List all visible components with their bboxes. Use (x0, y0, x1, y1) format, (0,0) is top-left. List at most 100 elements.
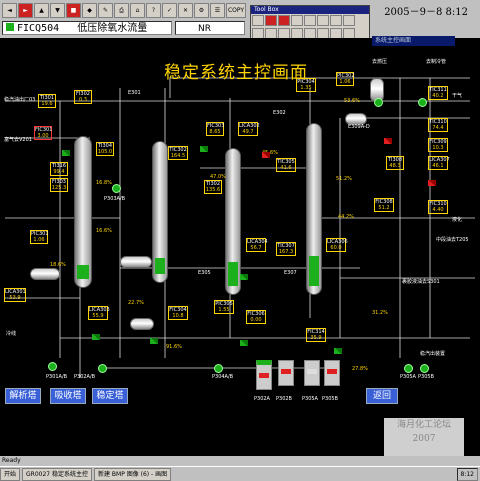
toolbar-btn-2[interactable]: ► (18, 3, 33, 18)
toolbar-btn-3[interactable]: ▲ (34, 3, 49, 18)
instrument-box[interactable]: TI316 99.4 (50, 162, 68, 176)
nav-button-stabilizer[interactable]: 稳定塔 (92, 388, 128, 404)
instrument-box[interactable]: FIC301 3.00 (34, 126, 52, 140)
column-t301[interactable] (74, 136, 92, 288)
instrument-box[interactable]: FI302 0.3 (74, 90, 92, 104)
instrument-box[interactable]: LICA301 53.9 (4, 288, 26, 302)
column-t304[interactable] (306, 123, 322, 295)
pump-icon[interactable] (374, 98, 383, 107)
instrument-box[interactable]: FI303 125.3 (50, 178, 68, 192)
toolbar-btn-6[interactable]: ◆ (82, 3, 97, 18)
tank-v304[interactable] (130, 318, 154, 330)
task-button-paint[interactable]: 新建 BMP 图像 (6) - 画图 (94, 467, 172, 481)
tool-btn-8[interactable] (343, 15, 355, 26)
pump-icon[interactable] (48, 362, 57, 371)
instrument-box[interactable]: FIC310 4.40 (428, 200, 448, 214)
task-button-stabilizer[interactable]: GR0027 稳定系统主控 (22, 467, 93, 481)
tool-btn-3[interactable] (278, 15, 290, 26)
instrument-box[interactable]: TIC305 41.6 (276, 158, 296, 172)
pump-icon[interactable] (98, 364, 107, 373)
control-valve-icon[interactable] (62, 150, 70, 156)
column-t302[interactable] (152, 141, 168, 283)
nav-button-desorber[interactable]: 解析塔 (5, 388, 41, 404)
instrument-box[interactable]: TIC310 74.4 (428, 118, 448, 132)
start-button[interactable]: 开始 (0, 467, 21, 481)
toolbar-btn-4[interactable]: ▼ (50, 3, 65, 18)
tool-btn-6[interactable] (317, 15, 329, 26)
toolbar-btn-10[interactable]: ? (146, 3, 161, 18)
pump-status-p305a[interactable] (304, 360, 320, 386)
instrument-box[interactable]: FIC304 10.8 (168, 306, 188, 320)
right-label-liquid: 液化 (452, 217, 463, 223)
toolbar-btn-12[interactable]: ✕ (178, 3, 193, 18)
instrument-box[interactable]: PIC301 1.06 (30, 230, 49, 244)
instrument-value: 1.06 (339, 79, 351, 85)
nav-button-return[interactable]: 返回 (366, 388, 398, 404)
instrument-value: 46.1 (432, 163, 444, 169)
control-valve-icon[interactable] (240, 340, 248, 346)
instrument-box[interactable]: TI308 48.3 (386, 156, 404, 170)
tool-btn-1[interactable] (252, 15, 264, 26)
screen-title: 稳定系统主控画面 (164, 63, 308, 83)
pump-status-p302b[interactable] (278, 360, 294, 386)
instrument-value: 1.55 (218, 307, 230, 313)
toolbar-btn-5[interactable]: ■ (66, 3, 81, 18)
control-valve-icon[interactable] (200, 146, 208, 152)
instrument-box[interactable]: TIC311 40.2 (428, 86, 448, 100)
instrument-box[interactable]: PIC304 1.35 (296, 78, 316, 92)
tool-btn-4[interactable] (291, 15, 303, 26)
control-valve-icon[interactable] (334, 348, 342, 354)
instrument-value: 53.9 (9, 295, 21, 301)
instrument-box[interactable]: TI304 105.0 (96, 142, 114, 156)
instrument-box[interactable]: TI301 19.6 (38, 94, 56, 108)
instrument-box[interactable]: FIC306 0.00 (246, 310, 266, 324)
tank-v302[interactable] (30, 268, 60, 280)
pump-status-p302a[interactable] (256, 360, 272, 390)
pump-label: P301A/B (46, 374, 68, 380)
toolbar-btn-14[interactable]: ☰ (210, 3, 225, 18)
instrument-box[interactable]: FIC309 10.3 (428, 138, 448, 152)
copy-button[interactable]: COPY (226, 3, 246, 18)
control-valve-icon[interactable] (92, 334, 100, 340)
control-valve-icon[interactable] (384, 138, 392, 144)
instrument-box[interactable]: LICA304 56.7 (246, 238, 268, 252)
pump-icon[interactable] (418, 98, 427, 107)
toolbar-btn-8[interactable]: ⎙ (114, 3, 129, 18)
instrument-value: 19.6 (41, 101, 53, 107)
taskbar: 开始 GR0027 稳定系统主控 新建 BMP 图像 (6) - 画图 8:12 (0, 466, 480, 481)
control-valve-icon[interactable] (262, 152, 270, 158)
instrument-value: 125.3 (51, 185, 67, 191)
toolbar-btn-13[interactable]: ⚙ (194, 3, 209, 18)
tool-btn-5[interactable] (304, 15, 316, 26)
instrument-box[interactable]: FIC314 35.9 (306, 328, 326, 342)
instrument-box[interactable]: LICA302 49.7 (238, 122, 260, 136)
instrument-box[interactable]: TIC307 167.3 (276, 242, 296, 256)
tool-btn-7[interactable] (330, 15, 342, 26)
toolbar-btn-9[interactable]: ⌂ (130, 3, 145, 18)
toolbar-btn-7[interactable]: ✎ (98, 3, 113, 18)
control-valve-icon[interactable] (240, 274, 248, 280)
pump-icon[interactable] (112, 184, 121, 193)
instrument-box[interactable]: TIC302 164.5 (168, 146, 188, 160)
column-t303[interactable] (225, 148, 241, 295)
instrument-box[interactable]: PIC305 1.55 (214, 300, 234, 314)
instrument-box[interactable]: LICA306 60.0 (326, 238, 348, 252)
instrument-box[interactable]: FIC308 51.2 (374, 198, 394, 212)
toolbar-btn-1[interactable]: ◄ (2, 3, 17, 18)
instrument-box[interactable]: FIC303 8.65 (206, 122, 224, 136)
instrument-box[interactable]: PIC302 1.06 (336, 72, 355, 86)
tool-btn-2[interactable] (265, 15, 277, 26)
instrument-box[interactable]: LICA307 46.1 (428, 156, 450, 170)
control-valve-icon[interactable] (150, 338, 158, 344)
instrument-box[interactable]: LICA303 55.9 (88, 306, 110, 320)
pump-icon[interactable] (214, 364, 223, 373)
pump-status-p305b[interactable] (324, 360, 340, 386)
pump-icon[interactable] (404, 364, 413, 373)
control-valve-icon[interactable] (428, 180, 436, 186)
tag-field[interactable]: FICQ504 低压除氧水流量 (2, 21, 172, 35)
instrument-box[interactable]: TI302 135.6 (204, 180, 222, 194)
toolbar-btn-11[interactable]: ✓ (162, 3, 177, 18)
pump-icon[interactable] (420, 364, 429, 373)
nav-button-absorber[interactable]: 吸收塔 (50, 388, 86, 404)
tank-v303[interactable] (120, 256, 152, 268)
